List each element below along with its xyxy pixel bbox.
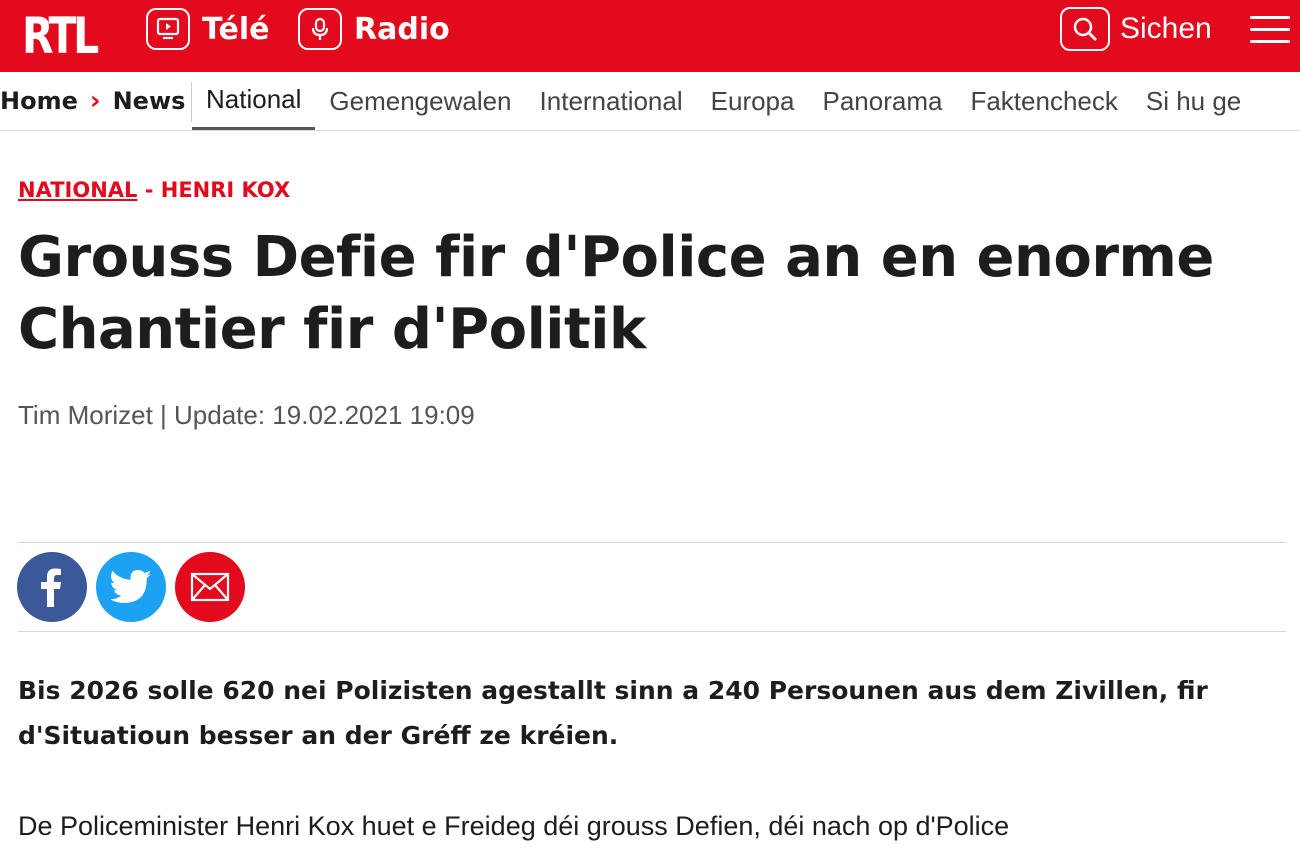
search-button[interactable]: Sichen bbox=[1060, 6, 1212, 52]
breadcrumb-news[interactable]: News bbox=[113, 87, 186, 115]
topic-label: HENRI KOX bbox=[160, 178, 291, 202]
rtl-logo[interactable]: RTL bbox=[22, 6, 99, 66]
facebook-share-button[interactable] bbox=[17, 552, 87, 622]
section-link[interactable]: NATIONAL bbox=[18, 178, 137, 202]
article-lead: Bis 2026 solle 620 nei Polizisten agesta… bbox=[18, 676, 1208, 750]
radio-label: Radio bbox=[354, 11, 450, 47]
share-divider-bottom bbox=[18, 631, 1286, 632]
tab-si-hu-gesot[interactable]: Si hu ge bbox=[1132, 72, 1255, 130]
breadcrumb: Home › News bbox=[0, 72, 185, 130]
breadcrumb-home[interactable]: Home bbox=[0, 87, 78, 115]
tab-national[interactable]: National bbox=[192, 72, 316, 130]
mail-icon bbox=[190, 572, 230, 602]
share-divider-top bbox=[18, 542, 1286, 543]
tab-list: National Gemengewalen International Euro… bbox=[192, 72, 1255, 130]
search-label: Sichen bbox=[1120, 12, 1212, 45]
facebook-icon bbox=[41, 568, 61, 607]
microphone-icon bbox=[298, 8, 342, 50]
tele-link[interactable]: Télé bbox=[146, 6, 269, 52]
menu-icon[interactable] bbox=[1250, 16, 1290, 46]
tab-faktencheck[interactable]: Faktencheck bbox=[956, 72, 1131, 130]
twitter-share-button[interactable] bbox=[96, 552, 166, 622]
kicker-separator: - bbox=[137, 178, 161, 202]
chevron-right-icon: › bbox=[89, 86, 101, 116]
article-byline: Tim Morizet | Update: 19.02.2021 19:09 bbox=[18, 400, 475, 430]
radio-link[interactable]: Radio bbox=[298, 6, 450, 52]
tv-icon bbox=[146, 8, 190, 50]
article-kicker: NATIONAL - HENRI KOX bbox=[18, 178, 290, 202]
article-body: De Policeminister Henri Kox huet e Freid… bbox=[18, 811, 1010, 841]
tab-international[interactable]: International bbox=[526, 72, 697, 130]
tele-label: Télé bbox=[202, 11, 270, 47]
top-bar: RTL Télé Radio Sichen bbox=[0, 0, 1300, 72]
tab-europa[interactable]: Europa bbox=[697, 72, 809, 130]
section-nav: Home › News National Gemengewalen Intern… bbox=[0, 72, 1300, 131]
mail-share-button[interactable] bbox=[175, 552, 245, 622]
tab-gemengewalen[interactable]: Gemengewalen bbox=[315, 72, 525, 130]
search-icon bbox=[1060, 7, 1110, 51]
article-headline: Grouss Defie fir d'Police an en enorme C… bbox=[18, 225, 1214, 362]
tab-panorama[interactable]: Panorama bbox=[808, 72, 956, 130]
twitter-icon bbox=[111, 570, 151, 603]
